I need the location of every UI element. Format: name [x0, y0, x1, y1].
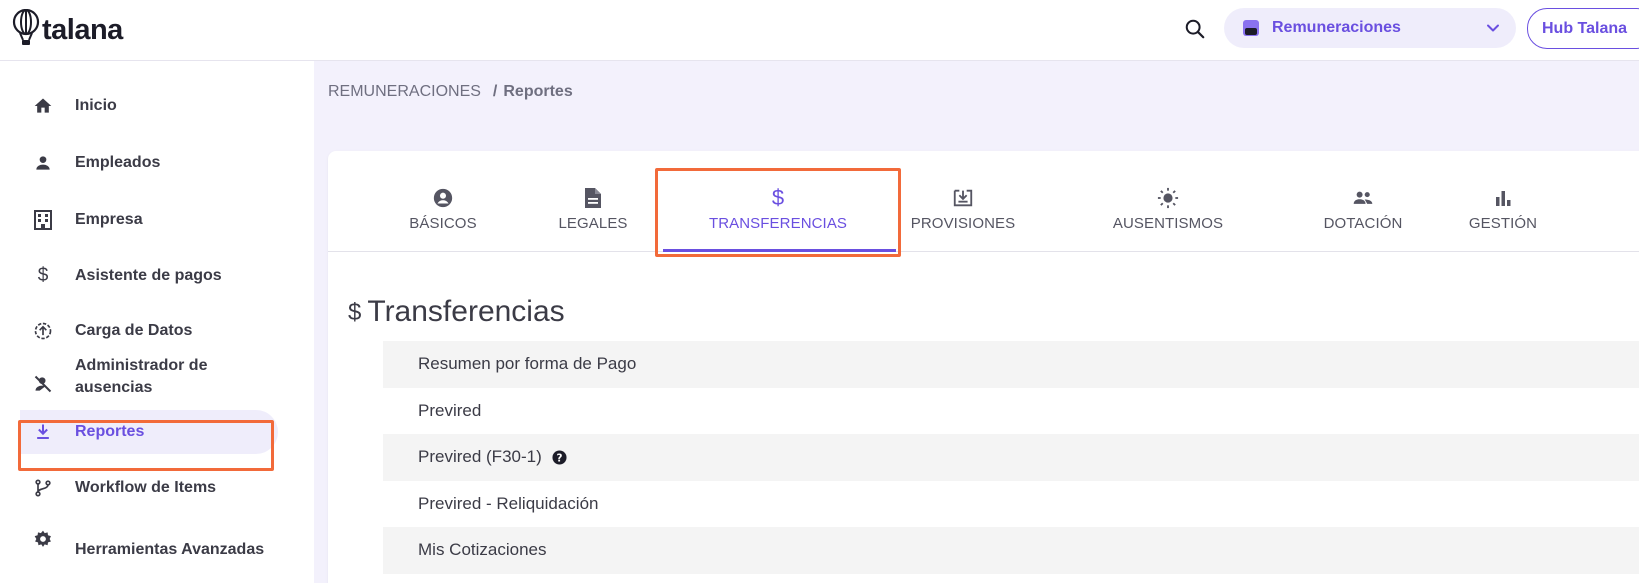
- sidebar-item-label: Empleados: [75, 154, 161, 171]
- report-item-label: Mis Cotizaciones: [418, 540, 547, 560]
- building-icon: [32, 209, 54, 231]
- highlight-box-reportes: [18, 420, 274, 471]
- highlight-box-transferencias: [655, 168, 901, 257]
- report-item-previred-reliquidacion[interactable]: Previred - Reliquidación: [383, 481, 1639, 528]
- sidebar-item-workflow-de-items[interactable]: Workflow de Items: [20, 466, 290, 510]
- report-item-resumen-forma-de-pago[interactable]: Resumen por forma de Pago: [383, 341, 1639, 388]
- section-title: $ Transferencias: [348, 295, 565, 329]
- report-item-label: Resumen por forma de Pago: [418, 354, 637, 374]
- sidebar-item-label: Empresa: [75, 211, 143, 228]
- help-circle-icon[interactable]: ?: [552, 450, 567, 465]
- sidebar-item-herramientas-avanzadas[interactable]: Herramientas Avanzadas: [20, 522, 290, 566]
- sidebar-item-asistente-de-pagos[interactable]: $ Asistente de pagos: [20, 254, 290, 298]
- tab-label: LEGALES: [558, 215, 628, 232]
- home-icon: [32, 95, 54, 117]
- sun-icon: [1157, 187, 1179, 209]
- tab-basicos[interactable]: BÁSICOS: [378, 187, 508, 232]
- tab-label: GESTIÓN: [1468, 215, 1538, 232]
- report-list: Resumen por forma de Pago Previred Previ…: [383, 341, 1639, 574]
- logo-text: talana: [42, 14, 123, 46]
- branch-icon: [32, 477, 54, 499]
- sidebar-item-empresa[interactable]: Empresa: [20, 198, 290, 242]
- talana-logo[interactable]: talana: [12, 8, 123, 47]
- report-item-label: Previred (F30-1): [418, 447, 542, 467]
- sidebar-item-carga-de-datos[interactable]: Carga de Datos: [20, 309, 290, 353]
- tab-provisiones[interactable]: PROVISIONES: [893, 187, 1033, 232]
- document-icon: [582, 187, 604, 209]
- tab-dotacion[interactable]: DOTACIÓN: [1298, 187, 1428, 232]
- tab-ausentismos[interactable]: AUSENTISMOS: [1088, 187, 1248, 232]
- breadcrumb: REMUNERACIONES / Reportes: [328, 83, 573, 101]
- module-selector[interactable]: Remuneraciones: [1224, 8, 1516, 48]
- sidebar-item-label: Administrador de ausencias: [75, 357, 208, 396]
- sidebar-item-label: Asistente de pagos: [75, 267, 222, 284]
- top-bar: talana Remuneraciones Hub Talana: [0, 0, 1639, 61]
- people-icon: [1352, 187, 1374, 209]
- sidebar-item-label: Carga de Datos: [75, 322, 193, 339]
- chevron-down-icon: [1487, 24, 1499, 32]
- search-button[interactable]: [1180, 14, 1210, 44]
- person-off-icon: [32, 373, 54, 395]
- reports-card: BÁSICOS LEGALES $ TRANSFERENCIAS PROVISI…: [328, 151, 1639, 583]
- dollar-icon: $: [37, 265, 49, 286]
- sidebar-item-inicio[interactable]: Inicio: [20, 84, 290, 128]
- account-circle-icon: [432, 187, 454, 209]
- tab-label: AUSENTISMOS: [1112, 215, 1224, 232]
- report-item-label: Previred - Reliquidación: [418, 493, 599, 513]
- sidebar-item-label: Workflow de Items: [75, 479, 217, 496]
- section-title-text: Transferencias: [367, 295, 565, 328]
- tab-label: DOTACIÓN: [1323, 215, 1403, 232]
- hub-talana-button[interactable]: Hub Talana: [1527, 8, 1639, 49]
- gear-icon: [32, 528, 54, 550]
- sidebar-item-administrador-de-ausencias[interactable]: Administrador de ausencias: [20, 353, 290, 401]
- breadcrumb-parent[interactable]: REMUNERACIONES: [328, 83, 481, 101]
- tab-label: BÁSICOS: [409, 215, 477, 232]
- module-selector-label: Remuneraciones: [1272, 19, 1401, 36]
- breadcrumb-current: Reportes: [503, 83, 573, 100]
- search-icon: [1185, 19, 1205, 39]
- tab-label: PROVISIONES: [910, 215, 1016, 232]
- download-box-icon: [952, 187, 974, 209]
- bar-chart-icon: [1492, 187, 1514, 209]
- report-item-previred-f30-1[interactable]: Previred (F30-1) ?: [383, 434, 1639, 481]
- person-icon: [32, 152, 54, 174]
- breadcrumb-separator: /: [492, 83, 498, 100]
- sidebar-item-empleados[interactable]: Empleados: [20, 141, 290, 185]
- sidebar: Inicio Empleados Empresa $ Asistente de …: [0, 61, 314, 583]
- report-item-mis-cotizaciones[interactable]: Mis Cotizaciones: [383, 527, 1639, 574]
- dollar-icon: $: [348, 299, 362, 326]
- balloon-icon: [12, 8, 40, 45]
- report-item-label: Previred: [418, 400, 482, 420]
- sidebar-item-label: Herramientas Avanzadas: [75, 541, 265, 558]
- tab-legales[interactable]: LEGALES: [528, 187, 658, 232]
- sidebar-item-label: Inicio: [75, 97, 117, 114]
- report-item-previred[interactable]: Previred: [383, 388, 1639, 435]
- report-tabs: BÁSICOS LEGALES $ TRANSFERENCIAS PROVISI…: [328, 151, 1639, 257]
- upload-circle-icon: [32, 320, 54, 342]
- module-icon: [1243, 20, 1259, 36]
- svg-text:?: ?: [556, 452, 562, 464]
- tab-gestion[interactable]: GESTIÓN: [1438, 187, 1568, 232]
